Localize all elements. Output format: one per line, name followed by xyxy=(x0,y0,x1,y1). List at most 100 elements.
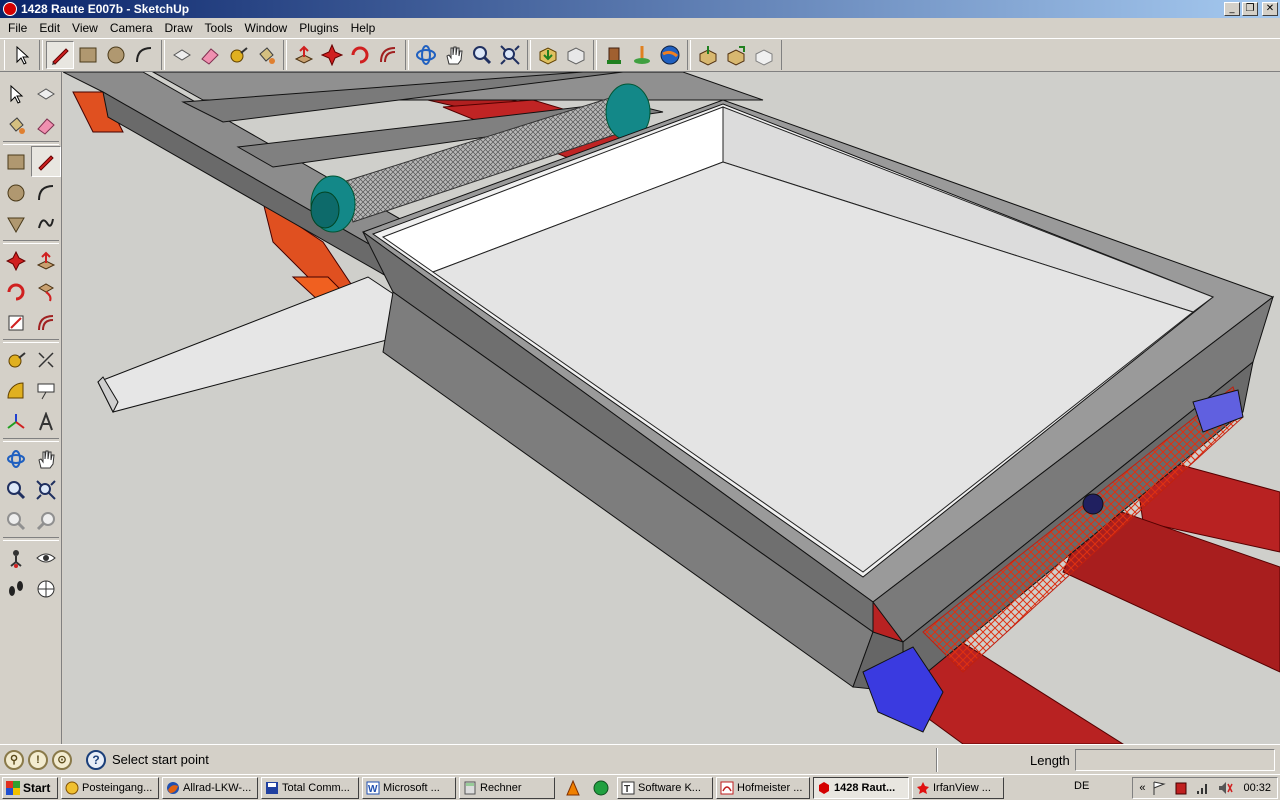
scale-tool-button[interactable] xyxy=(1,307,31,338)
menu-view[interactable]: View xyxy=(66,18,104,38)
flag-icon[interactable] xyxy=(1151,780,1167,796)
task-sketchup[interactable]: 1428 Raut... xyxy=(813,776,909,799)
paint-bucket-button[interactable] xyxy=(1,109,31,140)
menu-file[interactable]: File xyxy=(2,18,33,38)
menu-help[interactable]: Help xyxy=(345,18,382,38)
user-status-icon[interactable]: ⊙ xyxy=(52,749,72,770)
move-tool-button[interactable] xyxy=(318,41,346,69)
dynamic-components-button[interactable] xyxy=(750,41,778,69)
irfanview-icon xyxy=(917,781,929,794)
select-tool-button[interactable] xyxy=(8,41,36,69)
orbit-tool-button[interactable] xyxy=(1,443,31,474)
geolocation-button[interactable] xyxy=(628,41,656,69)
eraser-tool-button[interactable] xyxy=(196,41,224,69)
task-rechner[interactable]: Rechner xyxy=(459,776,555,799)
next-view-button[interactable] xyxy=(31,505,61,536)
arc-tool-button[interactable] xyxy=(130,41,158,69)
3d-text-button[interactable] xyxy=(31,406,61,437)
zoom-tool-button[interactable] xyxy=(1,474,31,505)
volume-muted-icon[interactable] xyxy=(1217,780,1234,796)
eraser-tool-button[interactable] xyxy=(31,109,61,140)
vlc-icon[interactable] xyxy=(565,779,581,796)
make-component-button[interactable] xyxy=(31,78,61,109)
task-irfanview[interactable]: IrfanView ... xyxy=(912,776,1004,799)
sketchup-app-icon[interactable] xyxy=(3,2,17,16)
make-component-button[interactable] xyxy=(168,41,196,69)
system-tray: « 00:32 xyxy=(1132,777,1278,799)
menu-window[interactable]: Window xyxy=(239,18,294,38)
offset-tool-button[interactable] xyxy=(374,41,402,69)
protractor-button[interactable] xyxy=(1,375,31,406)
upload-component-button[interactable] xyxy=(694,41,722,69)
rectangle-tool-button[interactable] xyxy=(74,41,102,69)
restore-button[interactable]: ❐ xyxy=(1242,2,1258,16)
share-model-button[interactable] xyxy=(562,41,590,69)
text-icon: T xyxy=(621,781,635,795)
instructor-help-icon[interactable]: ? xyxy=(86,749,106,770)
move-tool-button[interactable] xyxy=(1,245,31,276)
orbit-tool-button[interactable] xyxy=(412,41,440,69)
tape-measure-button[interactable] xyxy=(224,41,252,69)
menu-plugins[interactable]: Plugins xyxy=(293,18,344,38)
measurements-input[interactable] xyxy=(1075,749,1275,771)
dimension-tool-button[interactable] xyxy=(31,344,61,375)
previous-view-button[interactable] xyxy=(1,505,31,536)
model-canvas[interactable] xyxy=(63,72,1280,744)
arc-tool-button[interactable] xyxy=(31,177,61,208)
tray-expand-icon[interactable]: « xyxy=(1139,782,1145,794)
circle-tool-button[interactable] xyxy=(102,41,130,69)
task-total-commander[interactable]: Total Comm... xyxy=(261,776,359,799)
warehouse-button[interactable] xyxy=(600,41,628,69)
line-tool-button[interactable] xyxy=(31,146,61,177)
freehand-tool-button[interactable] xyxy=(31,208,61,239)
zoom-extents-button[interactable] xyxy=(496,41,524,69)
task-hofmeister[interactable]: Hofmeister ... xyxy=(716,776,810,799)
paint-bucket-button[interactable] xyxy=(252,41,280,69)
push-pull-button[interactable] xyxy=(290,41,318,69)
task-microsoft-word[interactable]: W Microsoft ... xyxy=(362,776,456,799)
text-tool-button[interactable] xyxy=(31,375,61,406)
menu-edit[interactable]: Edit xyxy=(33,18,66,38)
line-tool-button[interactable] xyxy=(46,41,74,69)
network-icon[interactable] xyxy=(1195,780,1211,796)
offset-tool-button[interactable] xyxy=(31,307,61,338)
axes-tool-button[interactable] xyxy=(1,406,31,437)
follow-me-button[interactable] xyxy=(31,276,61,307)
select-tool-button[interactable] xyxy=(1,78,31,109)
green-app-icon[interactable] xyxy=(593,780,609,796)
menu-camera[interactable]: Camera xyxy=(104,18,159,38)
task-firefox[interactable]: Allrad-LKW-... xyxy=(162,776,258,799)
menu-draw[interactable]: Draw xyxy=(159,18,199,38)
circle-tool-button[interactable] xyxy=(1,177,31,208)
pan-tool-button[interactable] xyxy=(440,41,468,69)
section-plane-button[interactable] xyxy=(31,573,61,604)
security-icon[interactable] xyxy=(1173,780,1189,796)
task-posteingang[interactable]: Posteingang... xyxy=(61,776,159,799)
rotate-tool-button[interactable] xyxy=(346,41,374,69)
polygon-tool-button[interactable] xyxy=(1,208,31,239)
task-software[interactable]: T Software K... xyxy=(617,776,713,799)
geolocation-status-icon[interactable]: ⚲ xyxy=(4,749,24,770)
menu-tools[interactable]: Tools xyxy=(199,18,239,38)
share-component-button[interactable] xyxy=(722,41,750,69)
rectangle-tool-button[interactable] xyxy=(1,146,31,177)
google-earth-button[interactable] xyxy=(656,41,684,69)
push-pull-button[interactable] xyxy=(31,245,61,276)
close-button[interactable]: ✕ xyxy=(1262,2,1278,16)
pan-tool-button[interactable] xyxy=(31,443,61,474)
zoom-extents-button[interactable] xyxy=(31,474,61,505)
minimize-button[interactable]: _ xyxy=(1224,2,1240,16)
walk-tool-button[interactable] xyxy=(1,573,31,604)
start-button[interactable]: Start xyxy=(2,776,58,799)
position-camera-button[interactable] xyxy=(1,542,31,573)
language-indicator[interactable]: DE xyxy=(1074,780,1089,792)
look-around-button[interactable] xyxy=(31,542,61,573)
clock[interactable]: 00:32 xyxy=(1243,782,1271,794)
windows-logo-icon xyxy=(6,780,20,795)
tape-measure-button[interactable] xyxy=(1,344,31,375)
rotate-tool-button[interactable] xyxy=(1,276,31,307)
zoom-tool-button[interactable] xyxy=(468,41,496,69)
get-models-button[interactable] xyxy=(534,41,562,69)
credits-status-icon[interactable]: ! xyxy=(28,749,48,770)
drawing-viewport[interactable] xyxy=(63,72,1280,744)
